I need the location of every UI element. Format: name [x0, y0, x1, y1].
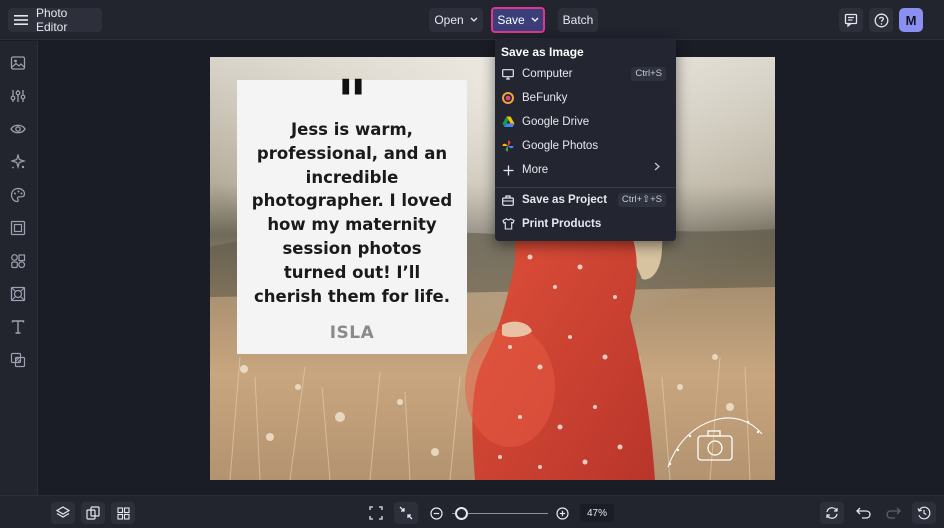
- quote-text: Jess is warm, professional, and an incre…: [251, 120, 453, 306]
- quote-author: ISLA: [329, 323, 375, 343]
- briefcase-icon: [501, 193, 515, 207]
- befunky-label: BeFunky: [522, 92, 568, 104]
- text-tool-icon[interactable]: [8, 317, 28, 337]
- help-button[interactable]: [869, 8, 893, 32]
- monitor-icon: [501, 67, 515, 81]
- undo-button[interactable]: [851, 502, 875, 524]
- fit-screen-icon: [369, 506, 383, 520]
- grid-icon: [116, 506, 130, 520]
- quote-card[interactable]: " Jess is warm, professional, and an inc…: [237, 72, 467, 354]
- redo-icon: [885, 507, 901, 519]
- photography-watermark-logo: [667, 417, 763, 468]
- google-drive-label: Google Drive: [522, 116, 590, 128]
- photo-editor-app: Photo Editor Open Save Batch M " Jess is…: [0, 0, 944, 528]
- befunky-logo-icon: [501, 91, 515, 105]
- save-as-project-item[interactable]: Save as Project Ctrl+⇧+S: [501, 190, 670, 210]
- eye-icon[interactable]: [8, 119, 28, 139]
- zoom-out-button[interactable]: [424, 502, 448, 524]
- refresh-icon: [825, 506, 839, 520]
- save-to-befunky-item[interactable]: BeFunky: [501, 88, 670, 108]
- save-dropdown-menu: Save as Image Computer Ctrl+S BeFunky Go…: [495, 38, 676, 241]
- graphics-shapes-icon[interactable]: [8, 251, 28, 271]
- user-avatar[interactable]: M: [899, 8, 923, 32]
- layers-icon: [56, 506, 70, 520]
- hamburger-menu-icon: [14, 14, 28, 26]
- edited-photo[interactable]: " Jess is warm, professional, and an inc…: [210, 57, 775, 480]
- reset-button[interactable]: [820, 502, 844, 524]
- left-tool-sidebar: [0, 41, 38, 495]
- history-button[interactable]: [912, 502, 936, 524]
- undo-icon: [855, 507, 871, 519]
- open-button[interactable]: Open: [429, 8, 483, 32]
- computer-label: Computer: [522, 68, 573, 80]
- print-products-label: Print Products: [522, 218, 602, 230]
- save-as-project-label: Save as Project: [522, 194, 608, 206]
- frame-icon[interactable]: [8, 218, 28, 238]
- save-to-computer-item[interactable]: Computer Ctrl+S: [501, 64, 670, 84]
- more-label: More: [522, 164, 549, 176]
- layers-blend-icon[interactable]: [8, 350, 28, 370]
- open-label: Open: [434, 13, 464, 27]
- save-as-image-heading: Save as Image: [501, 45, 584, 59]
- google-photos-label: Google Photos: [522, 140, 599, 152]
- magic-sparkle-icon[interactable]: [8, 152, 28, 172]
- shrink-arrows-icon: [399, 506, 413, 520]
- grid-view-button[interactable]: [111, 502, 135, 524]
- app-menu-button[interactable]: Photo Editor: [8, 6, 102, 34]
- save-button[interactable]: Save: [491, 7, 545, 33]
- plus-icon: [501, 163, 515, 177]
- feedback-button[interactable]: [839, 8, 863, 32]
- save-to-google-drive-item[interactable]: Google Drive: [501, 112, 670, 132]
- adjust-sliders-icon[interactable]: [8, 86, 28, 106]
- app-title: Photo Editor: [36, 6, 68, 34]
- compare-images-icon: [86, 506, 100, 520]
- tshirt-icon: [501, 217, 515, 231]
- texture-overlay-icon[interactable]: [8, 284, 28, 304]
- google-photos-icon: [501, 139, 515, 153]
- save-more-item[interactable]: More: [501, 160, 670, 180]
- zoom-in-icon: [555, 506, 569, 520]
- chevron-right-icon: [654, 162, 660, 171]
- redo-button[interactable]: [881, 502, 905, 524]
- zoom-in-button[interactable]: [550, 502, 574, 524]
- print-products-item[interactable]: Print Products: [501, 214, 670, 234]
- help-question-icon: [874, 13, 889, 28]
- save-label: Save: [497, 13, 525, 27]
- zoom-slider-knob[interactable]: [455, 507, 468, 520]
- zoom-percentage[interactable]: 47%: [580, 504, 614, 522]
- computer-shortcut: Ctrl+S: [631, 67, 666, 81]
- google-drive-icon: [501, 115, 515, 129]
- top-toolbar: Photo Editor Open Save Batch M: [0, 0, 944, 40]
- history-clock-icon: [917, 506, 931, 520]
- save-as-project-shortcut: Ctrl+⇧+S: [617, 193, 666, 207]
- chevron-down-icon: [470, 17, 478, 23]
- bottom-toolbar: 47%: [0, 495, 944, 528]
- chat-message-icon: [844, 13, 858, 27]
- batch-button[interactable]: Batch: [558, 8, 598, 32]
- menu-divider: [495, 187, 676, 188]
- batch-label: Batch: [562, 13, 594, 27]
- zoom-out-icon: [429, 506, 443, 520]
- image-tool-icon[interactable]: [8, 53, 28, 73]
- palette-effects-icon[interactable]: [8, 185, 28, 205]
- actual-size-button[interactable]: [394, 502, 418, 524]
- layers-button[interactable]: [51, 502, 75, 524]
- save-to-google-photos-item[interactable]: Google Photos: [501, 136, 670, 156]
- compare-button[interactable]: [81, 502, 105, 524]
- chevron-down-icon: [531, 17, 539, 23]
- fit-to-screen-button[interactable]: [364, 502, 388, 524]
